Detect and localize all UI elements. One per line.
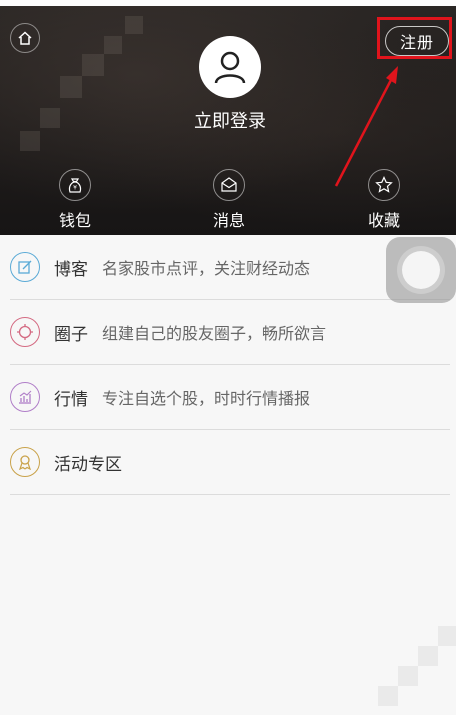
assistive-touch-dot xyxy=(402,251,440,289)
menu-item-events[interactable]: 活动专区 xyxy=(10,430,450,495)
blog-edit-icon xyxy=(10,252,40,282)
menu-item-title: 博客 xyxy=(54,259,88,280)
menu-item-title: 行情 xyxy=(54,389,88,410)
menu-item-description: 名家股市点评，关注财经动态 xyxy=(102,259,311,278)
market-chart-icon xyxy=(10,382,40,412)
assistive-touch-button[interactable] xyxy=(386,237,456,303)
award-ribbon-icon xyxy=(10,447,40,477)
menu-item-circle[interactable]: 圈子 组建自己的股友圈子，畅所欲言 xyxy=(10,300,450,365)
menu-item-title: 圈子 xyxy=(54,324,88,345)
annotation-arrow xyxy=(334,66,398,187)
watermark-block xyxy=(418,646,438,666)
menu-item-description: 组建自己的股友圈子，畅所欲言 xyxy=(102,324,327,343)
menu-item-title: 活动专区 xyxy=(54,454,122,475)
watermark-block xyxy=(438,626,456,646)
watermark-block xyxy=(378,686,398,706)
menu-item-blog[interactable]: 博客 名家股市点评，关注财经动态 xyxy=(10,235,450,300)
watermark-block xyxy=(398,666,418,686)
menu-item-description: 专注自选个股，时时行情播报 xyxy=(102,389,311,408)
circle-target-icon xyxy=(10,317,40,347)
menu-item-market[interactable]: 行情 专注自选个股，时时行情播报 xyxy=(10,365,450,430)
